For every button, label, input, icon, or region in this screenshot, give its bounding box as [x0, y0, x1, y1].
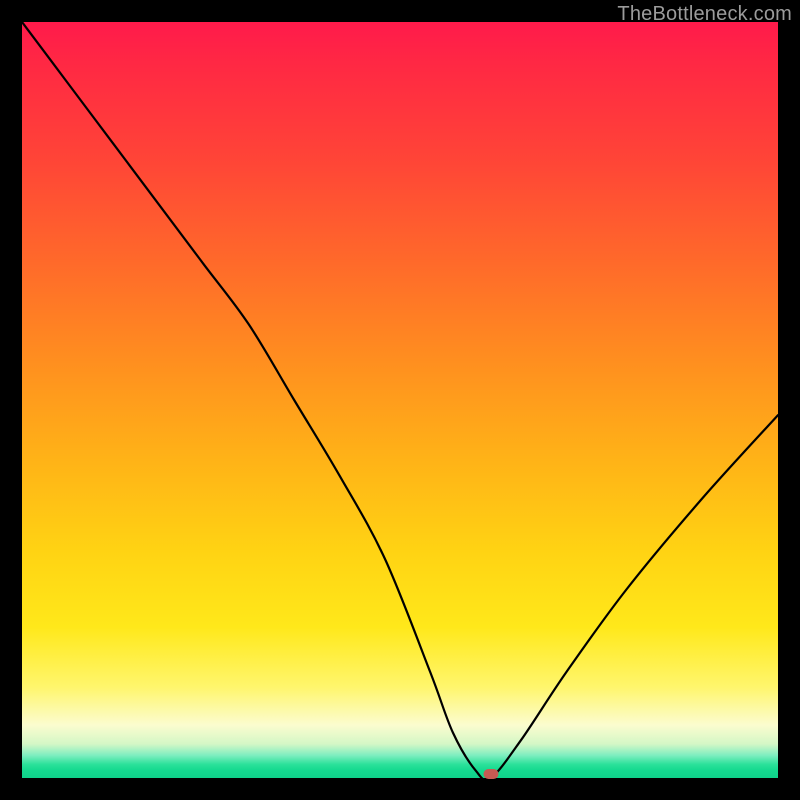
bottleneck-curve — [22, 22, 778, 778]
chart-frame: TheBottleneck.com — [0, 0, 800, 800]
gradient-plot-area — [22, 22, 778, 778]
optimal-point-marker — [483, 769, 498, 779]
curve-svg — [22, 22, 778, 778]
watermark-text: TheBottleneck.com — [617, 3, 792, 26]
